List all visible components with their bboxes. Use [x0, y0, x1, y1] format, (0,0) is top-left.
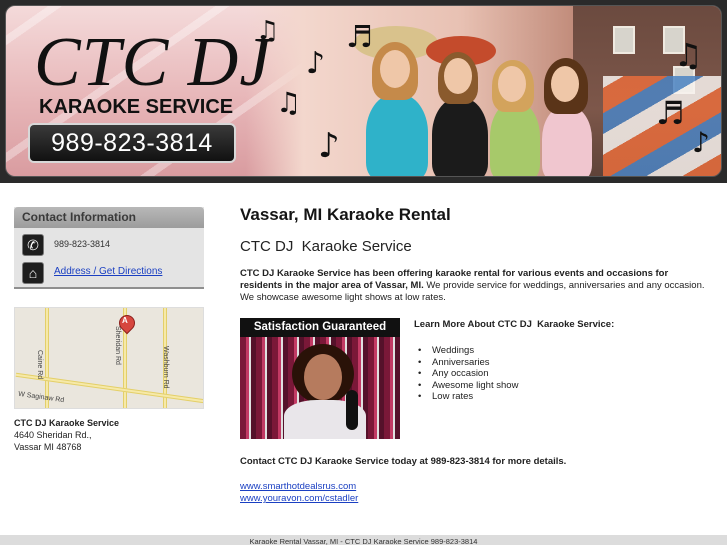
contact-phone-row: ✆ 989-823-3814	[14, 232, 204, 260]
singer-figure	[542, 106, 592, 176]
header-phone-number: 989-823-3814	[28, 123, 236, 163]
page-title: Vassar, MI Karaoke Rental	[240, 205, 451, 224]
contact-phone: 989-823-3814	[54, 239, 111, 249]
music-note-icon: ♬	[656, 94, 685, 132]
contact-cta: Contact CTC DJ Karaoke Service today at …	[240, 456, 567, 467]
singer-head	[498, 66, 526, 102]
map-pin-label: A	[122, 316, 128, 325]
header-banner: CTC DJ KARAOKE SERVICE 989-823-3814 ♫ ♪ …	[5, 5, 722, 177]
promo-image: Satisfaction Guaranteed	[240, 318, 400, 439]
music-note-icon: ♫	[276, 86, 302, 119]
logo-title: CTC DJ	[34, 24, 272, 101]
external-link[interactable]: www.youravon.com/cstadler	[240, 493, 358, 504]
external-link[interactable]: www.smarthotdealsrus.com	[240, 481, 356, 492]
music-note-icon: ♫	[256, 16, 280, 46]
business-address: CTC DJ Karaoke Service 4640 Sheridan Rd.…	[14, 417, 119, 453]
map-road-label: Washburn Rd	[162, 346, 169, 389]
map-road-label: W Saginaw Rd	[17, 390, 65, 405]
address-street: 4640 Sheridan Rd.,	[14, 430, 92, 440]
page-subtitle: CTC DJ Karaoke Service	[240, 238, 412, 255]
contact-information-box: Contact Information ✆ 989-823-3814 ⌂ Add…	[14, 207, 204, 289]
footer-text: Karaoke Rental Vassar, MI - CTC DJ Karao…	[249, 537, 478, 545]
music-note-icon: ♪	[318, 126, 340, 166]
contact-directions-row: ⌂ Address / Get Directions	[14, 260, 204, 288]
contact-title: Contact Information	[14, 207, 204, 228]
directions-link[interactable]: Address / Get Directions	[54, 266, 162, 277]
phone-icon: ✆	[22, 234, 44, 256]
intro-paragraph: CTC DJ Karaoke Service has been offering…	[240, 268, 712, 304]
directions-wrapper: Address / Get Directions	[54, 266, 162, 277]
list-item: Anniversaries	[418, 357, 518, 369]
house-window	[613, 26, 635, 54]
list-item: Low rates	[418, 391, 518, 403]
logo-subtitle: KARAOKE SERVICE	[39, 96, 234, 118]
promo-singer-head	[304, 354, 342, 400]
music-note-icon: ♫	[674, 36, 703, 74]
singer-figure	[366, 94, 428, 176]
singer-head	[444, 58, 472, 94]
music-note-icon: ♪	[306, 46, 326, 81]
music-note-icon: ♪	[692, 126, 710, 159]
home-icon: ⌂	[22, 262, 44, 284]
site-header: CTC DJ KARAOKE SERVICE 989-823-3814 ♫ ♪ …	[0, 0, 727, 183]
list-item: Weddings	[418, 345, 518, 357]
music-note-icon: ♬	[346, 20, 373, 55]
singer-figure	[432, 98, 488, 176]
map-road-label: Caine Rd	[36, 350, 43, 380]
singer-head	[551, 66, 579, 102]
list-item: Any occasion	[418, 368, 518, 380]
learn-more-heading: Learn More About CTC DJ Karaoke Service:	[414, 319, 615, 330]
promo-heading: Satisfaction Guaranteed	[240, 318, 400, 337]
singer-head	[380, 50, 410, 88]
singer-figure	[490, 102, 540, 176]
microphone-icon	[346, 390, 358, 430]
address-city: Vassar MI 48768	[14, 442, 82, 452]
address-name: CTC DJ Karaoke Service	[14, 418, 120, 428]
location-map[interactable]: Caine Rd Sheridan Rd Washburn Rd W Sagin…	[14, 307, 204, 409]
features-list: Weddings Anniversaries Any occasion Awes…	[418, 345, 519, 403]
list-item: Awesome light show	[418, 380, 519, 392]
map-road-label: Sheridan Rd	[114, 326, 121, 365]
